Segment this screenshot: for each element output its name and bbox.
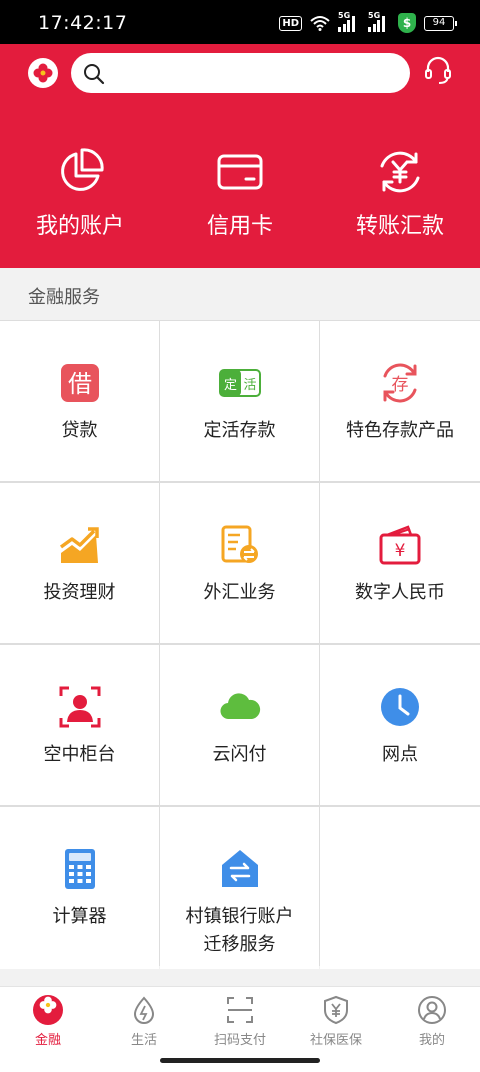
special-deposit-icon-text: 存 (392, 375, 409, 395)
service-loan[interactable]: 借 贷款 (0, 321, 159, 481)
cloud-icon (219, 693, 260, 720)
tab-scan-pay[interactable]: 扫码支付 (192, 987, 288, 1050)
service-forex[interactable]: 外汇业务 (160, 483, 319, 643)
tab-label-insurance: 社保医保 (309, 1033, 362, 1048)
clock-icon (381, 688, 419, 726)
finance-logo-icon (33, 995, 63, 1025)
special-deposit-icon: 存 (383, 363, 417, 403)
service-branches[interactable]: 网点 (320, 645, 480, 805)
profile-icon (418, 996, 446, 1024)
pie-chart-icon (61, 148, 104, 191)
digital-rmb-icon-text: ¥ (395, 541, 406, 561)
service-calculator[interactable]: 计算器 (0, 807, 159, 969)
home-indicator[interactable] (160, 1058, 320, 1063)
service-digital-rmb[interactable]: ¥ 数字人民币 (320, 483, 480, 643)
quick-credit-card[interactable]: 信用卡 (160, 148, 320, 240)
service-label: 外汇业务 (203, 582, 276, 603)
search-input[interactable] (71, 53, 410, 93)
service-special-deposit[interactable]: 存 特色存款产品 (320, 321, 480, 481)
service-deposit[interactable]: 定 活 定活存款 (160, 321, 319, 481)
forex-icon (221, 525, 258, 563)
deposit-icon-right-text: 活 (243, 378, 256, 393)
quick-my-account[interactable]: 我的账户 (0, 148, 160, 240)
scan-icon (227, 997, 253, 1023)
loan-icon-text: 借 (68, 370, 92, 398)
net-type-1: 5G (338, 11, 351, 20)
net-type-2: 5G (368, 11, 381, 20)
services-grid: 借 贷款 定 活 定活存款 存 特色存款产品 投资理财 外汇业务 ¥ 数字人民币… (0, 320, 480, 969)
security-shield-icon: $ (398, 13, 416, 33)
status-icons: HD 5G 5G $ 94 (279, 11, 457, 34)
service-cloud-pay[interactable]: 云闪付 (160, 645, 319, 805)
insurance-shield-icon (324, 995, 348, 1025)
service-label: 特色存款产品 (346, 420, 454, 441)
service-label: 网点 (382, 744, 418, 765)
empty-cell (320, 807, 480, 969)
yuan-refresh-icon (380, 151, 420, 193)
service-label: 贷款 (61, 420, 98, 441)
service-account-migration[interactable]: 村镇银行账户 迁移服务 (160, 807, 319, 969)
service-label: 云闪付 (212, 744, 267, 765)
quick-label-my-account: 我的账户 (35, 214, 124, 239)
service-remote-counter[interactable]: 空中柜台 (0, 645, 159, 805)
quick-transfer[interactable]: 转账汇款 (320, 148, 480, 240)
quick-label-credit-card: 信用卡 (206, 214, 273, 239)
bank-logo-icon[interactable] (28, 58, 58, 88)
logo-flower-icon (33, 63, 53, 83)
service-investment[interactable]: 投资理财 (0, 483, 159, 643)
battery-icon: 94 (424, 15, 457, 31)
deposit-icon-left-text: 定 (223, 378, 236, 393)
service-label: 定活存款 (203, 420, 276, 441)
service-label: 村镇银行账户 迁移服务 (185, 906, 294, 955)
wifi-icon (310, 16, 330, 31)
service-label: 投资理财 (43, 582, 116, 603)
tab-label-profile: 我的 (418, 1033, 445, 1048)
status-bar: 17:42:17 HD 5G 5G $ 94 (0, 0, 480, 44)
tab-life[interactable]: 生活 (96, 987, 192, 1050)
tab-label-scan-pay: 扫码支付 (213, 1033, 266, 1048)
investment-chart-icon (59, 527, 99, 563)
section-title: 金融服务 (28, 287, 100, 308)
signal-icon-2: 5G (368, 11, 390, 32)
header: 我的账户 信用卡 转账汇款 (0, 44, 480, 268)
deposit-icon: 定 活 (218, 369, 261, 397)
hd-badge: HD (279, 15, 302, 31)
bottom-tab-bar: 金融 生活 扫码支付 社保医保 我的 (0, 986, 480, 1050)
life-drop-icon (133, 996, 155, 1024)
credit-card-icon (217, 154, 263, 190)
tab-finance[interactable]: 金融 (0, 987, 96, 1050)
remote-counter-icon (59, 686, 100, 728)
search-icon (84, 64, 105, 85)
service-label: 计算器 (52, 906, 107, 927)
tab-label-life: 生活 (130, 1033, 157, 1048)
quick-label-transfer: 转账汇款 (355, 214, 444, 239)
service-label: 数字人民币 (355, 582, 445, 603)
tab-label-finance: 金融 (34, 1033, 61, 1048)
account-transfer-icon (221, 850, 258, 887)
calculator-icon (64, 849, 95, 889)
customer-service-headset-icon[interactable] (424, 56, 452, 86)
system-nav-bar (0, 1050, 480, 1072)
status-time: 17:42:17 (38, 12, 128, 34)
tab-profile[interactable]: 我的 (384, 987, 480, 1050)
digital-rmb-wallet-icon: ¥ (379, 525, 421, 565)
signal-icon-1: 5G (338, 11, 360, 32)
tab-insurance[interactable]: 社保医保 (288, 987, 384, 1050)
service-label: 空中柜台 (43, 744, 116, 765)
loan-icon: 借 (60, 364, 99, 402)
